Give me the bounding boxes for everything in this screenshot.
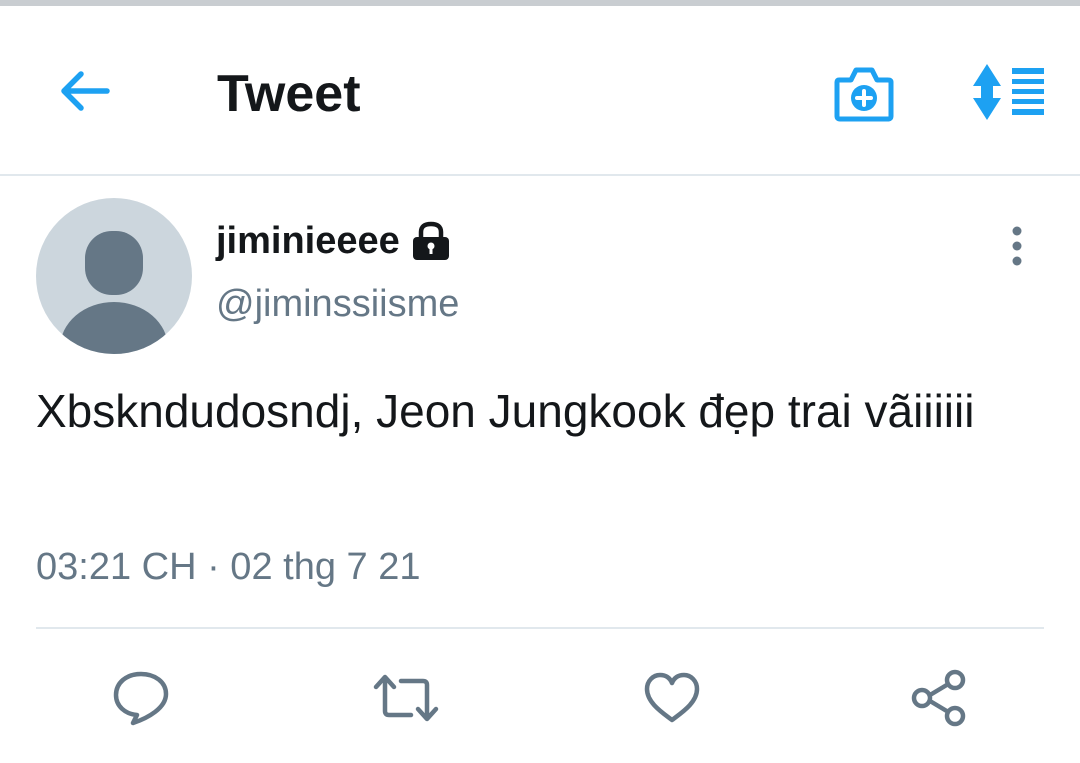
back-button[interactable] bbox=[54, 68, 114, 118]
tweet-timestamp: 03:21 CH · 02 thg 7 21 bbox=[36, 546, 421, 588]
more-options-button[interactable] bbox=[996, 220, 1038, 276]
retweet-button[interactable] bbox=[373, 668, 439, 732]
app-header: Tweet bbox=[0, 6, 1080, 174]
avatar[interactable] bbox=[36, 198, 192, 354]
heart-icon bbox=[643, 672, 701, 729]
arrow-left-icon bbox=[57, 69, 111, 118]
author-name-row[interactable]: jiminieeee bbox=[216, 214, 452, 268]
share-icon bbox=[909, 669, 969, 732]
camera-plus-icon bbox=[833, 62, 895, 127]
vertical-dots-icon bbox=[1011, 226, 1023, 271]
tweet-detail-screen: Tweet jiminieeee @jiminssiisme Xbskndudo… bbox=[0, 0, 1080, 763]
like-button[interactable] bbox=[640, 668, 704, 732]
user-handle[interactable]: @jiminssiisme bbox=[216, 283, 459, 326]
camera-button[interactable] bbox=[832, 62, 896, 126]
reply-icon bbox=[112, 670, 170, 731]
default-avatar-icon bbox=[60, 231, 168, 354]
sort-button[interactable] bbox=[968, 62, 1048, 126]
header-divider bbox=[0, 174, 1080, 176]
reply-button[interactable] bbox=[109, 668, 173, 732]
tweet-text: Xbskndudosndj, Jeon Jungkook đẹp trai vã… bbox=[36, 385, 975, 437]
retweet-icon bbox=[373, 673, 439, 728]
page-title: Tweet bbox=[217, 65, 361, 123]
sort-list-icon bbox=[970, 62, 1046, 127]
display-name[interactable]: jiminieeee bbox=[216, 220, 400, 263]
tweet-divider bbox=[36, 627, 1044, 629]
share-button[interactable] bbox=[907, 668, 971, 732]
lock-icon bbox=[410, 221, 452, 261]
